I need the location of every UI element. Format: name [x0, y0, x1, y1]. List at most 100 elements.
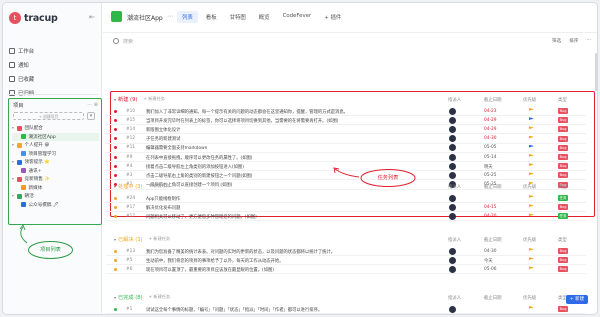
due-date[interactable]: 04-23	[484, 109, 514, 114]
view-tab[interactable]: + 插件	[319, 11, 346, 23]
task-title[interactable]: 现在项目可以置顶了，最重要的项目应该放在最显眼的位置。(如图)	[146, 267, 466, 273]
nav-item-starred[interactable]: 已收藏	[9, 72, 34, 85]
project-menu-icon[interactable]: ▾	[87, 112, 95, 120]
task-title[interactable]: 我们加入了非常详细的通知。每一个提示有关的问题的动态都会在这里通知你，提醒，管理…	[146, 109, 466, 115]
status-dot-icon[interactable]	[114, 127, 117, 131]
type-tag[interactable]: Bug	[558, 135, 568, 142]
column-header-assignee[interactable]: 指派人	[448, 184, 461, 190]
task-row[interactable]: #1 试试这全每个事情的标题，「编号」「问题」「状态」「指派」「时间」「作者」都可…	[106, 304, 586, 314]
assignee-avatar[interactable]	[449, 247, 456, 255]
priority-flag-icon[interactable]	[529, 306, 534, 309]
due-date[interactable]: 04-29	[484, 127, 514, 132]
priority-flag-icon[interactable]	[529, 163, 534, 166]
type-tag[interactable]: Bug	[558, 257, 568, 264]
status-dot-icon[interactable]	[114, 164, 117, 168]
task-group-header[interactable]: ▾ 新建 (9) + 新建任务	[114, 94, 165, 104]
assignee-avatar[interactable]	[449, 125, 456, 133]
type-tag[interactable]: Bug	[558, 248, 568, 254]
task-title[interactable]: 编辑器需要全面支持markdown	[146, 145, 466, 151]
priority-flag-icon[interactable]	[529, 108, 534, 111]
project-item[interactable]: 公众号撰稿 🖊	[12, 201, 99, 210]
due-date[interactable]: 05-25	[484, 173, 514, 178]
due-date[interactable]: 今天	[484, 258, 514, 264]
task-row[interactable]: #17 问题相关可以移动了，更方便您多种管理您的问题。(如图) 04-20 任务	[106, 211, 586, 222]
project-more-icon[interactable]: ⋯	[167, 13, 173, 20]
assignee-avatar[interactable]	[449, 153, 456, 161]
project-item[interactable]: ▾ 领客提示 ⭐	[12, 158, 99, 167]
view-tab[interactable]: 列表	[177, 11, 198, 23]
priority-flag-icon[interactable]	[529, 266, 534, 270]
due-date[interactable]: 05-14	[484, 155, 514, 160]
type-tag[interactable]: Bug	[558, 266, 568, 273]
status-dot-icon[interactable]	[114, 155, 117, 159]
project-item[interactable]: ▾ 团队配合	[12, 124, 99, 133]
status-dot-icon[interactable]	[114, 307, 117, 311]
column-header-due[interactable]: 截止日期	[484, 184, 502, 190]
assignee-avatar[interactable]	[449, 256, 456, 264]
app-logo[interactable]: t tracup	[9, 11, 58, 25]
assignee-avatar[interactable]	[449, 162, 456, 170]
column-header-priority[interactable]: 优先级	[523, 184, 536, 190]
search-bar[interactable]: 搜索	[111, 37, 531, 47]
column-header-due[interactable]: 截止日期	[484, 97, 502, 103]
project-item[interactable]: ▾ 竞新销售 ✨	[12, 175, 99, 184]
due-date[interactable]: 04-20	[484, 214, 514, 219]
priority-flag-icon[interactable]	[529, 257, 534, 260]
status-dot-icon[interactable]	[114, 196, 117, 200]
priority-flag-icon[interactable]	[529, 213, 534, 217]
project-item[interactable]: ▾ 个人提升 😀	[12, 141, 99, 150]
filter-button[interactable]: 筛选	[552, 38, 561, 44]
priority-flag-icon[interactable]	[529, 248, 534, 251]
assignee-avatar[interactable]	[449, 194, 456, 202]
sort-button[interactable]: 排序	[569, 38, 578, 44]
type-tag[interactable]: Bug	[558, 163, 568, 170]
type-tag[interactable]: Bug	[558, 117, 568, 124]
collapse-sidebar-icon[interactable]: ⇤	[89, 13, 95, 21]
type-tag[interactable]: 任务	[558, 213, 568, 220]
column-header-priority[interactable]: 优先级	[523, 237, 536, 243]
column-header-due[interactable]: 截止日期	[484, 237, 502, 243]
task-title[interactable]: 子任务的新建测试	[146, 136, 466, 142]
view-tab[interactable]: 甘特图	[225, 11, 251, 23]
task-group-header[interactable]: ▾ 已解决 (3) + 新建任务	[114, 234, 170, 244]
add-project-button[interactable]: + 创建项目	[13, 112, 84, 120]
task-row[interactable]: #2 一级导航右上角可以直接创建一个项目 (如图) 05-25 Bug	[106, 180, 586, 190]
status-dot-icon[interactable]	[114, 118, 117, 122]
status-dot-icon[interactable]	[114, 109, 117, 113]
assignee-avatar[interactable]	[449, 265, 456, 273]
column-header-assignee[interactable]: 指派人	[448, 295, 461, 301]
column-header-due[interactable]: 截止日期	[484, 295, 502, 301]
priority-flag-icon[interactable]	[529, 126, 534, 130]
add-task-button[interactable]: + 新建任务	[143, 96, 165, 102]
status-dot-icon[interactable]	[114, 214, 117, 218]
view-tab[interactable]: 看板	[201, 11, 222, 23]
column-header-type[interactable]: 类型	[558, 97, 567, 103]
column-header-assignee[interactable]: 指派人	[448, 237, 461, 243]
status-dot-icon[interactable]	[114, 258, 117, 262]
view-tab[interactable]: 概览	[254, 11, 275, 23]
add-task-button[interactable]: + 新建任务	[149, 183, 171, 189]
priority-flag-icon[interactable]	[529, 117, 534, 120]
task-title[interactable]: 点击二级导航右上角的类别的新建按钮之一个问题(如图)	[146, 173, 466, 179]
due-date[interactable]: 04-15	[484, 205, 514, 210]
assignee-avatar[interactable]	[449, 171, 456, 179]
status-dot-icon[interactable]	[114, 173, 117, 177]
nav-item-notifications[interactable]: 通知	[9, 58, 34, 71]
priority-flag-icon[interactable]	[529, 144, 534, 148]
type-tag[interactable]: Bug	[558, 126, 568, 133]
project-item[interactable]: ▾ 朝活	[12, 192, 99, 201]
type-tag[interactable]: Bug	[558, 204, 568, 211]
assignee-avatar[interactable]	[449, 107, 456, 115]
type-tag[interactable]: Bug	[558, 144, 568, 151]
task-title[interactable]: 试试这全每个事情的标题，「编号」「问题」「状态」「指派」「时间」「作者」都可以进…	[146, 307, 466, 313]
scrollbar[interactable]	[595, 53, 597, 91]
task-title[interactable]: 解决优化发布问题	[146, 205, 466, 211]
type-tag[interactable]: Bug	[558, 306, 568, 312]
column-header-priority[interactable]: 优先级	[523, 295, 536, 301]
assignee-avatar[interactable]	[449, 203, 456, 211]
task-title[interactable]: 新版图立体化设计	[146, 127, 466, 133]
task-group-header[interactable]: ▾ 已完成 (8) + 新建任务	[114, 292, 170, 302]
collapse-group-icon[interactable]: ▾	[114, 184, 116, 189]
priority-flag-icon[interactable]	[529, 135, 534, 139]
task-title[interactable]: 在列表中直接拖拽，顺序可以更改任务的属性了。(如图)	[146, 155, 466, 161]
